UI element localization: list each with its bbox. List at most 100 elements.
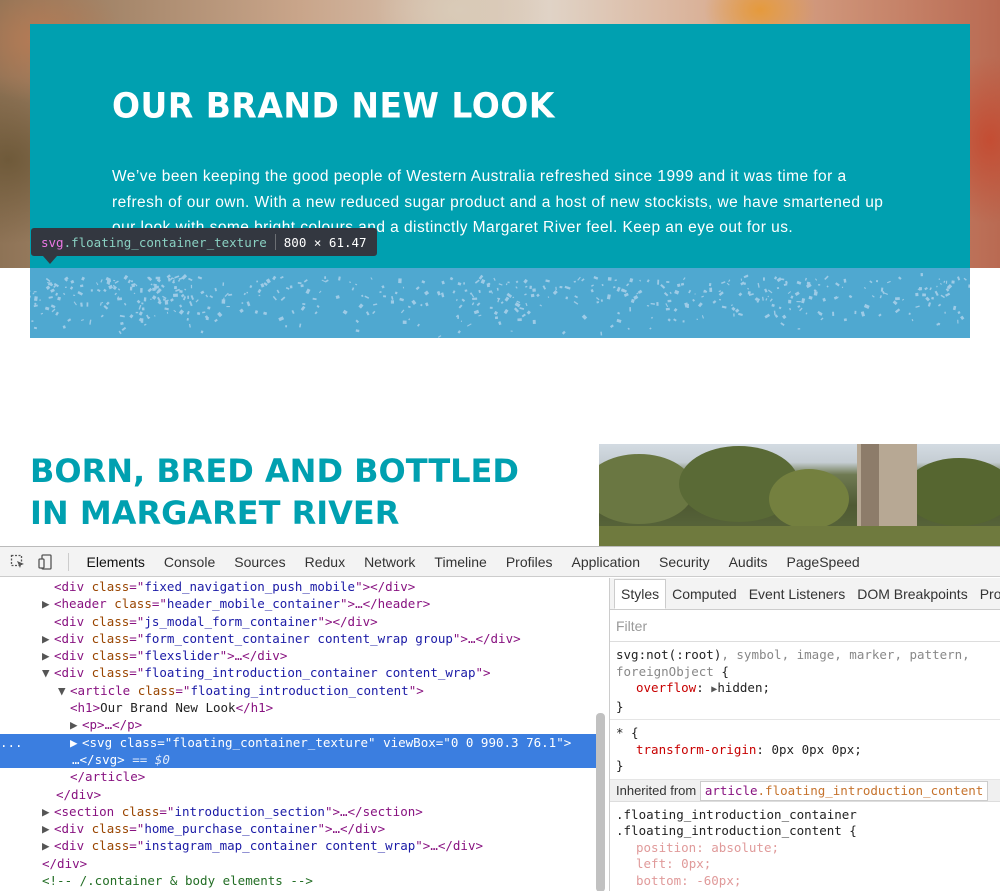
styles-tab-computed[interactable]: Computed	[666, 580, 743, 608]
collapse-arrow-icon[interactable]: ▼	[42, 664, 54, 681]
css-property[interactable]: left: 0px;	[616, 856, 994, 873]
texture-speckle	[34, 296, 38, 302]
device-icon[interactable]	[32, 548, 60, 576]
dom-close-container[interactable]: </div>	[0, 855, 596, 872]
tag-open: <div	[54, 579, 92, 594]
dom-node-row[interactable]: <h1>Our Brand New Look</h1>	[0, 699, 596, 716]
dom-node-row[interactable]: <div class="fixed_navigation_push_mobile…	[0, 578, 596, 595]
attr-value: floating_introduction_content	[190, 682, 409, 698]
css-property[interactable]: bottom: -60px;	[616, 873, 994, 890]
attr-value: fixed_navigation_push_mobile	[144, 579, 356, 594]
attr-value: form_content_container content_wrap grou…	[144, 630, 453, 646]
attr-eq: ="	[129, 821, 145, 837]
dom-close-article[interactable]: </article>	[0, 768, 596, 785]
collapse-arrow-icon[interactable]: ▼	[58, 682, 70, 699]
dom-node-row[interactable]: ▶ <div class="flexslider">…</div>	[0, 647, 596, 664]
expand-arrow-icon[interactable]: ▶	[42, 630, 54, 647]
styles-tab-styles[interactable]: Styles	[614, 578, 667, 609]
tag-close: ">…</section>	[324, 803, 423, 819]
texture-speckle	[222, 282, 225, 286]
css-property[interactable]: position: absolute;	[616, 840, 994, 857]
expand-arrow-icon[interactable]: ▶	[42, 837, 54, 854]
expand-arrow-icon[interactable]: ▶	[70, 734, 82, 751]
texture-speckle	[607, 277, 612, 281]
selected-dom-node[interactable]: ... ▶ <svg class="floating_container_textu…	[0, 733, 596, 751]
texture-speckle	[73, 294, 76, 297]
styles-tab-dom-breakpoints[interactable]: DOM Breakpoints	[851, 580, 973, 608]
styles-tab-properties[interactable]: Properties	[974, 580, 1000, 608]
inherited-from-header: Inherited from article.floating_introduc…	[610, 779, 1000, 802]
expand-arrow-icon[interactable]: ▶	[70, 716, 82, 733]
section-title: BORN, BRED AND BOTTLED IN MARGARET RIVER	[30, 450, 550, 534]
dom-node-row[interactable]: ▼ <article class="floating_introduction_c…	[0, 682, 596, 699]
devtools-tab-network[interactable]: Network	[355, 547, 425, 577]
attr-eq: ="	[435, 734, 451, 750]
dom-node-row[interactable]: ▶ <section class="introduction_section">……	[0, 803, 596, 820]
texture-speckle	[141, 307, 145, 311]
texture-speckle	[957, 319, 959, 324]
toolbar-divider	[68, 552, 69, 571]
texture-speckle	[532, 319, 536, 325]
texture-speckle	[113, 279, 116, 282]
devtools-tab-console[interactable]: Console	[154, 547, 224, 577]
texture-speckle	[875, 280, 879, 283]
dom-node-row[interactable]: ▶ <p>…</p>	[0, 716, 596, 733]
expand-arrow-icon[interactable]: ▶	[42, 595, 54, 612]
texture-speckle	[172, 293, 178, 298]
attr-name: class	[91, 838, 130, 854]
dom-node-row[interactable]: <div class="js_modal_form_container"></d…	[0, 613, 596, 630]
tag-close: ">	[475, 665, 491, 681]
texture-speckle	[919, 287, 922, 291]
devtools-tab-profiles[interactable]: Profiles	[496, 547, 562, 577]
dom-node-row[interactable]: ▶ <header class="header_mobile_container"…	[0, 595, 596, 612]
styles-filter-input[interactable]: Filter	[610, 610, 1000, 642]
expand-arrow-icon[interactable]: ▶	[42, 647, 54, 664]
texture-speckle	[129, 286, 133, 291]
devtools-tab-application[interactable]: Application	[562, 547, 650, 577]
selected-dom-node-close[interactable]: …</svg> == $0	[0, 750, 596, 769]
devtools-tab-security[interactable]: Security	[650, 547, 720, 577]
devtools-tab-elements[interactable]: Elements	[77, 547, 154, 577]
dom-comment[interactable]: <!-- /.container & body elements -->	[0, 872, 596, 889]
devtools-tab-audits[interactable]: Audits	[719, 547, 777, 577]
elements-scrollbar[interactable]	[596, 713, 605, 891]
tag-open: <div	[54, 613, 92, 629]
tooltip-dimensions: 800 × 61.47	[283, 234, 367, 250]
styles-tab-event-listeners[interactable]: Event Listeners	[743, 580, 852, 608]
texture-speckle	[398, 278, 402, 284]
texture-speckle	[33, 291, 37, 293]
property-value: 0px;	[681, 856, 712, 871]
tag-close: …</svg>	[72, 751, 133, 767]
attr-value: floating_container_texture	[172, 734, 369, 750]
dom-node-row[interactable]: ▶ <div class="form_content_container cont…	[0, 630, 596, 647]
inspect-icon[interactable]	[4, 548, 32, 576]
attr-eq: ="	[129, 838, 145, 854]
devtools-tab-redux[interactable]: Redux	[295, 547, 354, 577]
attr-name: class	[119, 734, 158, 750]
dom-node-row[interactable]: ▶ <div class="instagram_map_container con…	[0, 837, 596, 854]
property-value: absolute;	[711, 839, 780, 855]
section-title-line1: BORN, BRED AND BOTTLED	[30, 452, 519, 490]
rule2-close: }	[616, 758, 624, 773]
dom-node-row[interactable]: ▶ <div class="home_purchase_container">…<…	[0, 820, 596, 837]
dom-node-row[interactable]: ▼ <div class="floating_introduction_conta…	[0, 664, 596, 681]
tag-close: </article>	[70, 769, 146, 785]
css-property[interactable]: transform-origin: 0px 0px 0px;	[616, 742, 994, 759]
devtools-tab-sources[interactable]: Sources	[225, 547, 295, 577]
devtools-tab-timeline[interactable]: Timeline	[425, 547, 496, 577]
texture-speckle	[709, 287, 713, 292]
attr-name: viewBox	[383, 734, 436, 750]
devtools-tab-pagespeed[interactable]: PageSpeed	[777, 547, 869, 577]
dom-close-div[interactable]: </div>	[0, 786, 596, 803]
tag-close: ">…</div>	[219, 648, 288, 664]
dom-node-menu-icon[interactable]: ...	[0, 734, 23, 751]
css-property[interactable]: overflow: ▶hidden;	[616, 680, 994, 699]
texture-speckle	[667, 299, 672, 303]
property-value: 0px 0px 0px;	[771, 741, 862, 757]
expand-arrow-icon[interactable]: ▶	[42, 803, 54, 820]
inherited-element-link[interactable]: article.floating_introduction_content	[699, 780, 989, 801]
attr-eq: ="	[129, 613, 145, 629]
texture-speckle	[324, 276, 327, 279]
expand-arrow-icon[interactable]: ▶	[42, 820, 54, 837]
texture-speckle	[141, 302, 144, 305]
